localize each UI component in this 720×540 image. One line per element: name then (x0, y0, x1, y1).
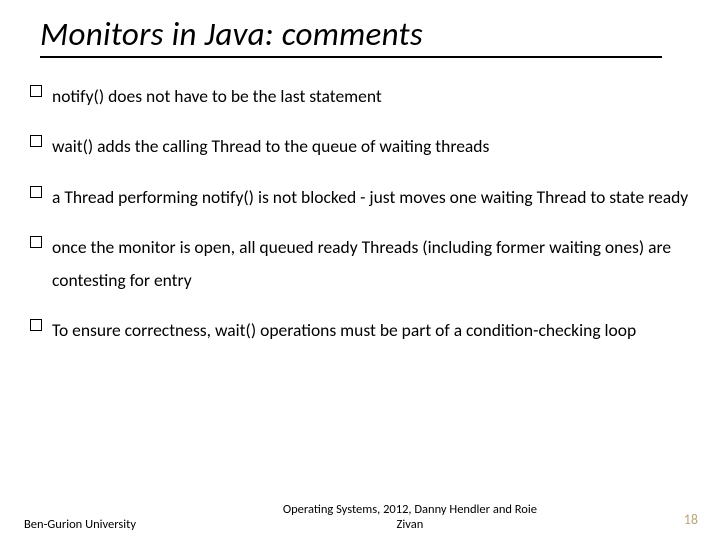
bullet-item: a Thread performing notify() is not bloc… (28, 181, 692, 213)
bullet-text: a Thread performing notify() is not bloc… (52, 181, 688, 213)
checkbox-bullet-icon (30, 135, 42, 147)
bullet-item: notify() does not have to be the last st… (28, 80, 692, 112)
footer-course-line2: Zivan (136, 517, 684, 532)
footer-affiliation: Ben-Gurion University (20, 517, 136, 532)
checkbox-bullet-icon (30, 186, 42, 198)
bullet-text: notify() does not have to be the last st… (52, 80, 382, 112)
bullet-text: wait() adds the calling Thread to the qu… (52, 130, 489, 162)
footer-course-line1: Operating Systems, 2012, Danny Hendler a… (136, 502, 684, 517)
checkbox-bullet-icon (30, 319, 42, 331)
slide-container: Monitors in Java: comments notify() does… (0, 0, 720, 540)
bullet-list: notify() does not have to be the last st… (28, 80, 692, 346)
bullet-item: To ensure correctness, wait() operations… (28, 314, 692, 346)
slide-title: Monitors in Java: comments (40, 14, 662, 58)
bullet-text: To ensure correctness, wait() operations… (52, 314, 636, 346)
checkbox-bullet-icon (30, 236, 42, 248)
slide-footer: Ben-Gurion University Operating Systems,… (0, 502, 720, 532)
footer-course-info: Operating Systems, 2012, Danny Hendler a… (136, 502, 684, 532)
page-number: 18 (684, 511, 700, 532)
checkbox-bullet-icon (30, 85, 42, 97)
bullet-text: once the monitor is open, all queued rea… (52, 231, 692, 296)
bullet-item: wait() adds the calling Thread to the qu… (28, 130, 692, 162)
bullet-item: once the monitor is open, all queued rea… (28, 231, 692, 296)
